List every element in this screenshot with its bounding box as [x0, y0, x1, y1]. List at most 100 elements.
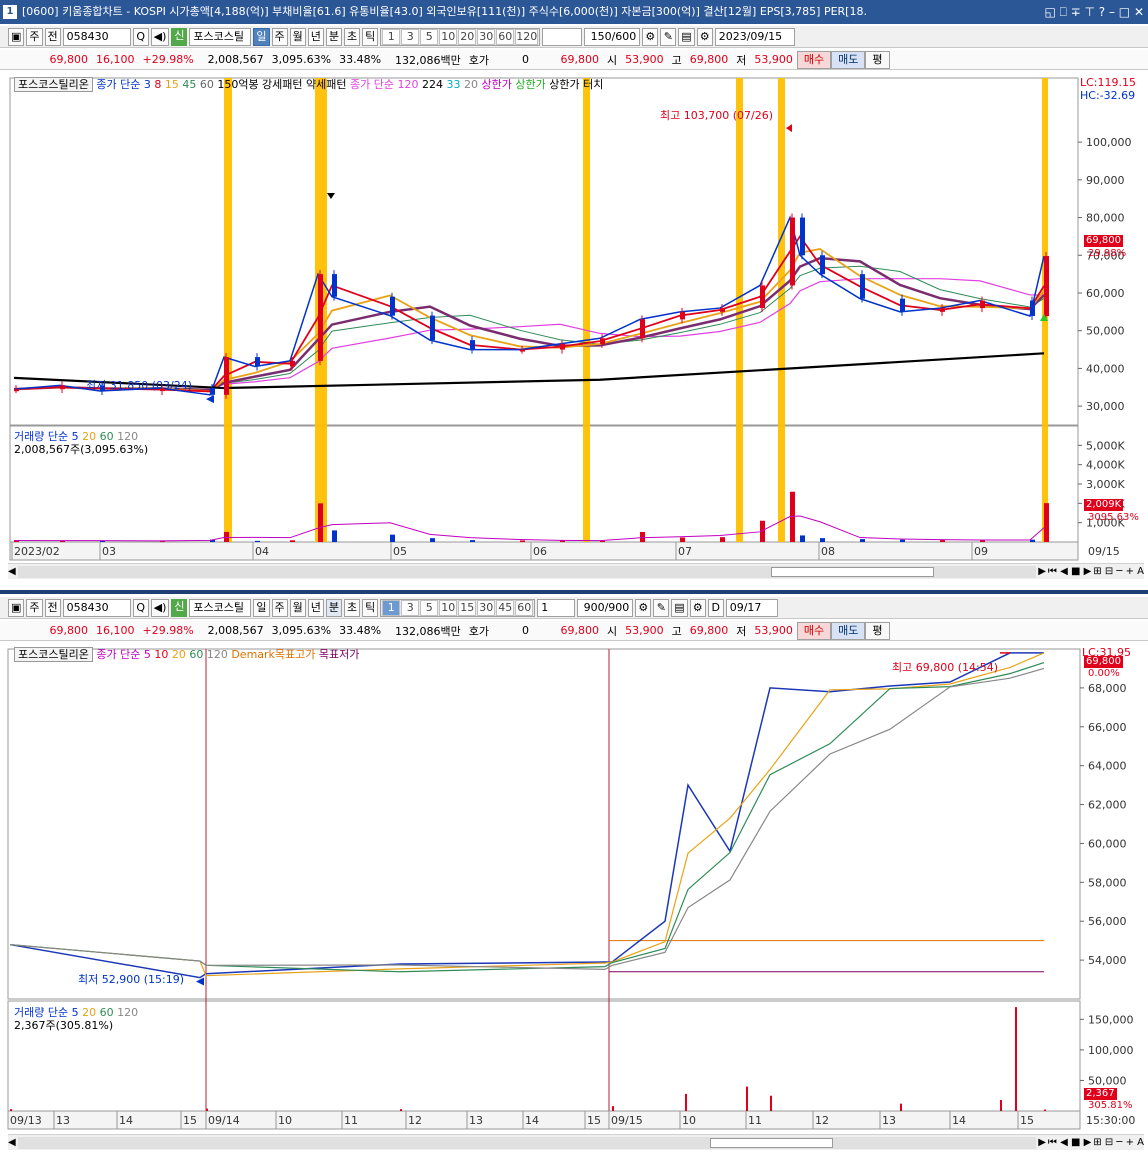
top-hc: HC:-32.69 [1080, 89, 1136, 102]
bottom-volume-label: 2,367 [1084, 1088, 1117, 1100]
scroll-left-icon[interactable]: ◀ [8, 566, 16, 577]
interval-3[interactable]: 3 [401, 28, 420, 45]
draw-icon-2[interactable]: ✎ [653, 598, 670, 617]
interval-3-2[interactable]: 3 [401, 599, 420, 616]
bottom-low-annotation: 최저 52,900 (15:19) [78, 973, 185, 986]
speaker-icon[interactable]: ◀) [150, 27, 170, 46]
minute-chart[interactable]: 68,000 66,000 64,000 62,000 60,000 58,000 56,0… [0, 641, 1148, 1136]
period-second-2[interactable]: 초 [344, 598, 361, 617]
volume-bar [680, 537, 685, 542]
interval-1-2[interactable]: 1 [382, 599, 401, 616]
interval-5[interactable]: 5 [420, 28, 439, 45]
interval-15-2[interactable]: 15 [458, 599, 477, 616]
trade-amount: 132,086백만 [395, 53, 461, 67]
settings-icon[interactable]: ⚙ [696, 27, 713, 46]
date-field[interactable]: 2023/09/15 [714, 27, 795, 46]
buy-button-2[interactable]: 매수 [796, 621, 832, 640]
layout-icon-2[interactable]: ▣ [8, 598, 25, 617]
open-label: 시 [607, 53, 618, 67]
daily-chart[interactable]: 100,00090,00080,00070,00060,00050,00040,… [0, 70, 1148, 590]
interval-120[interactable]: 120 [515, 28, 539, 45]
period-minute[interactable]: 분 [325, 27, 343, 46]
period-month[interactable]: 월 [289, 27, 306, 46]
prev-button[interactable]: 전 [44, 27, 61, 46]
interval-5-2[interactable]: 5 [420, 599, 439, 616]
date-field-2[interactable]: 09/17 [725, 598, 778, 617]
count-field-2[interactable]: 900/900 [577, 598, 634, 617]
d-checkbox[interactable]: D [707, 598, 724, 617]
interval-30-2[interactable]: 30 [477, 599, 496, 616]
code-input-2[interactable]: 058430 [62, 598, 131, 617]
interval-1[interactable]: 1 [382, 28, 401, 45]
bottom-legend: 포스코스틸리온 종가 단순 5 10 20 60 120 Demark목표고가 … [14, 646, 359, 662]
playback-controls-2[interactable]: ⏮ ◀ ■ ▶ [1048, 1137, 1091, 1148]
buy-button[interactable]: 매수 [796, 50, 832, 69]
period-second[interactable]: 초 [344, 27, 361, 46]
prev-button-2[interactable]: 전 [44, 598, 61, 617]
settings-icon-2[interactable]: ⚙ [689, 598, 706, 617]
save-icon-2[interactable]: ▤ [671, 598, 688, 617]
period-tick-2[interactable]: 틱 [362, 598, 379, 617]
eval-button[interactable]: 평 [865, 50, 890, 69]
top-scrollbar[interactable]: ◀ ▶ ⏮ ◀ ■ ▶ ⊞ ⊟ ─ + A [8, 563, 1144, 579]
chart-tools-icon-2[interactable]: ⚙ [635, 598, 652, 617]
period-day-2[interactable]: 일 [253, 598, 270, 617]
volume-bar-2 [746, 1086, 748, 1111]
period-minute-2[interactable]: 분 [325, 598, 343, 617]
interval-10-2[interactable]: 10 [439, 599, 458, 616]
interval-60[interactable]: 60 [496, 28, 515, 45]
speaker-icon-2[interactable]: ◀) [150, 598, 170, 617]
last-date-label: 09/15 [1088, 545, 1120, 558]
eval-button-2[interactable]: 평 [865, 621, 890, 640]
interval-45-2[interactable]: 45 [496, 599, 515, 616]
volume-bar [940, 540, 945, 542]
type-select-2[interactable]: 주 [26, 598, 43, 617]
legend-ma10-2: 10 [154, 648, 169, 661]
scroll-right-icon-2[interactable]: ▶ [1038, 1137, 1046, 1148]
interval-30[interactable]: 30 [477, 28, 496, 45]
period-day[interactable]: 일 [253, 27, 270, 46]
interval-20[interactable]: 20 [458, 28, 477, 45]
vol-tick-label-2: 150,000 [1088, 1013, 1134, 1026]
count-field[interactable]: 150/600 [584, 27, 641, 46]
playback-controls[interactable]: ⏮ ◀ ■ ▶ [1048, 566, 1091, 577]
search-icon-2[interactable]: Q [132, 598, 149, 617]
volume-bar-2 [900, 1103, 902, 1111]
chart-tools-icon[interactable]: ⚙ [642, 27, 659, 46]
bottom-scrollbar[interactable]: ◀ ▶ ⏮ ◀ ■ ▶ ⊞ ⊟ ─ + A [8, 1134, 1144, 1150]
interval-select-2[interactable]: 1 [537, 598, 576, 617]
layout-icon[interactable]: ▣ [8, 27, 25, 46]
zoom-controls-2[interactable]: ⊞ ⊟ ─ + A [1093, 1137, 1144, 1148]
search-icon[interactable]: Q [132, 27, 149, 46]
draw-icon[interactable]: ✎ [660, 27, 677, 46]
period-week[interactable]: 주 [271, 27, 288, 46]
period-year-2[interactable]: 년 [307, 598, 324, 617]
hoga-value-2: 0 [522, 624, 530, 637]
window-controls[interactable]: ◱ ⎕ ∓ ⊤ ? – □ ✕ [1044, 0, 1144, 24]
interval-60-2[interactable]: 60 [515, 599, 534, 616]
period-week-2[interactable]: 주 [271, 598, 288, 617]
period-month-2[interactable]: 월 [289, 598, 306, 617]
scroll-track-2[interactable] [17, 1136, 1037, 1149]
period-year[interactable]: 년 [307, 27, 324, 46]
scroll-right-icon[interactable]: ▶ [1038, 566, 1046, 577]
interval-10[interactable]: 10 [439, 28, 458, 45]
save-icon[interactable]: ▤ [678, 27, 695, 46]
zoom-controls[interactable]: ⊞ ⊟ ─ + A [1093, 566, 1144, 577]
period-tick[interactable]: 틱 [362, 27, 379, 46]
current-price: 69,800 [560, 53, 600, 66]
scroll-track[interactable] [17, 565, 1037, 578]
sell-button[interactable]: 매도 [831, 50, 866, 69]
code-input[interactable]: 058430 [62, 27, 131, 46]
candle [1044, 256, 1049, 316]
scroll-left-icon-2[interactable]: ◀ [8, 1137, 16, 1148]
panel-divider[interactable] [0, 590, 1148, 594]
window-buttons[interactable]: ◱ ⎕ ∓ ⊤ ? – □ ✕ [1044, 0, 1144, 24]
sell-button-2[interactable]: 매도 [831, 621, 866, 640]
scroll-thumb-2[interactable] [710, 1137, 833, 1148]
y-tick-label-2: 58,000 [1088, 876, 1127, 889]
type-select[interactable]: 주 [26, 27, 43, 46]
trade-amount-2: 132,086백만 [395, 624, 461, 638]
scroll-thumb[interactable] [771, 566, 935, 577]
interval-custom[interactable] [542, 27, 583, 46]
